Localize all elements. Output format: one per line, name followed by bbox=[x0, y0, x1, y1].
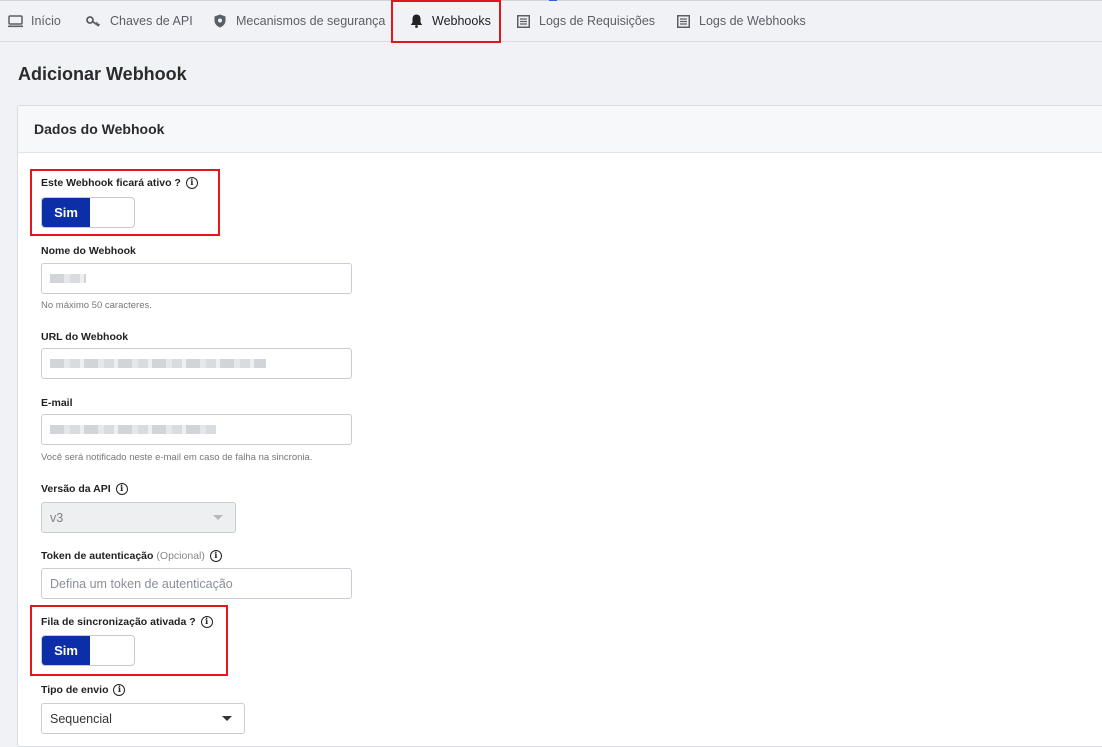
list-icon bbox=[515, 13, 531, 29]
email-help: Você será notificado neste e-mail em cas… bbox=[41, 452, 313, 463]
tab-label: Chaves de API bbox=[110, 14, 193, 28]
tab-logs-webhooks[interactable]: Logs de Webhooks bbox=[675, 1, 806, 41]
send-type-select[interactable]: Sequencial bbox=[41, 703, 245, 734]
redacted-value bbox=[50, 274, 86, 283]
name-help: No máximo 50 caracteres. bbox=[41, 300, 152, 311]
api-version-label-text: Versão da API bbox=[41, 483, 111, 495]
key-icon bbox=[86, 13, 102, 29]
highlight-box-active bbox=[30, 169, 220, 236]
tab-bar: Início Chaves de API Mecanismos de segur… bbox=[0, 1, 1102, 42]
shield-icon bbox=[212, 13, 228, 29]
url-label: URL do Webhook bbox=[41, 331, 129, 343]
redacted-value bbox=[50, 425, 216, 434]
send-type-label-text: Tipo de envio bbox=[41, 684, 109, 696]
url-input[interactable] bbox=[41, 348, 352, 379]
tab-logs-requisicoes[interactable]: Logs de Requisições bbox=[515, 1, 655, 41]
name-input[interactable] bbox=[41, 263, 352, 294]
tab-chaves-api[interactable]: Chaves de API bbox=[86, 1, 193, 41]
send-type-label: Tipo de envio i bbox=[41, 684, 126, 696]
redacted-value bbox=[50, 359, 266, 368]
chevron-down-icon bbox=[213, 515, 223, 520]
monitor-icon bbox=[7, 13, 23, 29]
highlight-box-queue bbox=[30, 605, 228, 676]
info-icon[interactable]: i bbox=[113, 684, 126, 696]
token-label-text: Token de autenticação bbox=[41, 550, 154, 562]
tab-mecanismos-seguranca[interactable]: Mecanismos de segurança bbox=[212, 1, 385, 41]
name-label: Nome do Webhook bbox=[41, 245, 136, 257]
page-title: Adicionar Webhook bbox=[18, 64, 187, 84]
select-value: v3 bbox=[50, 510, 64, 525]
list-icon bbox=[675, 13, 691, 29]
info-icon[interactable]: i bbox=[115, 483, 128, 495]
tab-label: Logs de Webhooks bbox=[699, 14, 806, 28]
tab-label: Logs de Requisições bbox=[539, 14, 656, 28]
select-value: Sequencial bbox=[50, 711, 112, 726]
card-header: Dados do Webhook bbox=[18, 106, 1102, 153]
api-version-select: v3 bbox=[41, 502, 236, 533]
api-version-label: Versão da API i bbox=[41, 483, 128, 495]
email-input[interactable] bbox=[41, 414, 352, 445]
tab-inicio[interactable]: Início bbox=[7, 1, 61, 41]
card-title: Dados do Webhook bbox=[34, 121, 165, 137]
email-label: E-mail bbox=[41, 397, 73, 409]
tab-label: Início bbox=[31, 14, 61, 28]
tab-label: Mecanismos de segurança bbox=[236, 14, 386, 28]
token-label: Token de autenticação (Opcional) i bbox=[41, 550, 222, 562]
chevron-down-icon bbox=[222, 716, 232, 721]
optional-tag: (Opcional) bbox=[156, 550, 205, 562]
token-input[interactable]: Defina um token de autenticação bbox=[41, 568, 352, 599]
info-icon[interactable]: i bbox=[209, 550, 222, 562]
highlight-box-webhooks-tab bbox=[391, 0, 501, 43]
